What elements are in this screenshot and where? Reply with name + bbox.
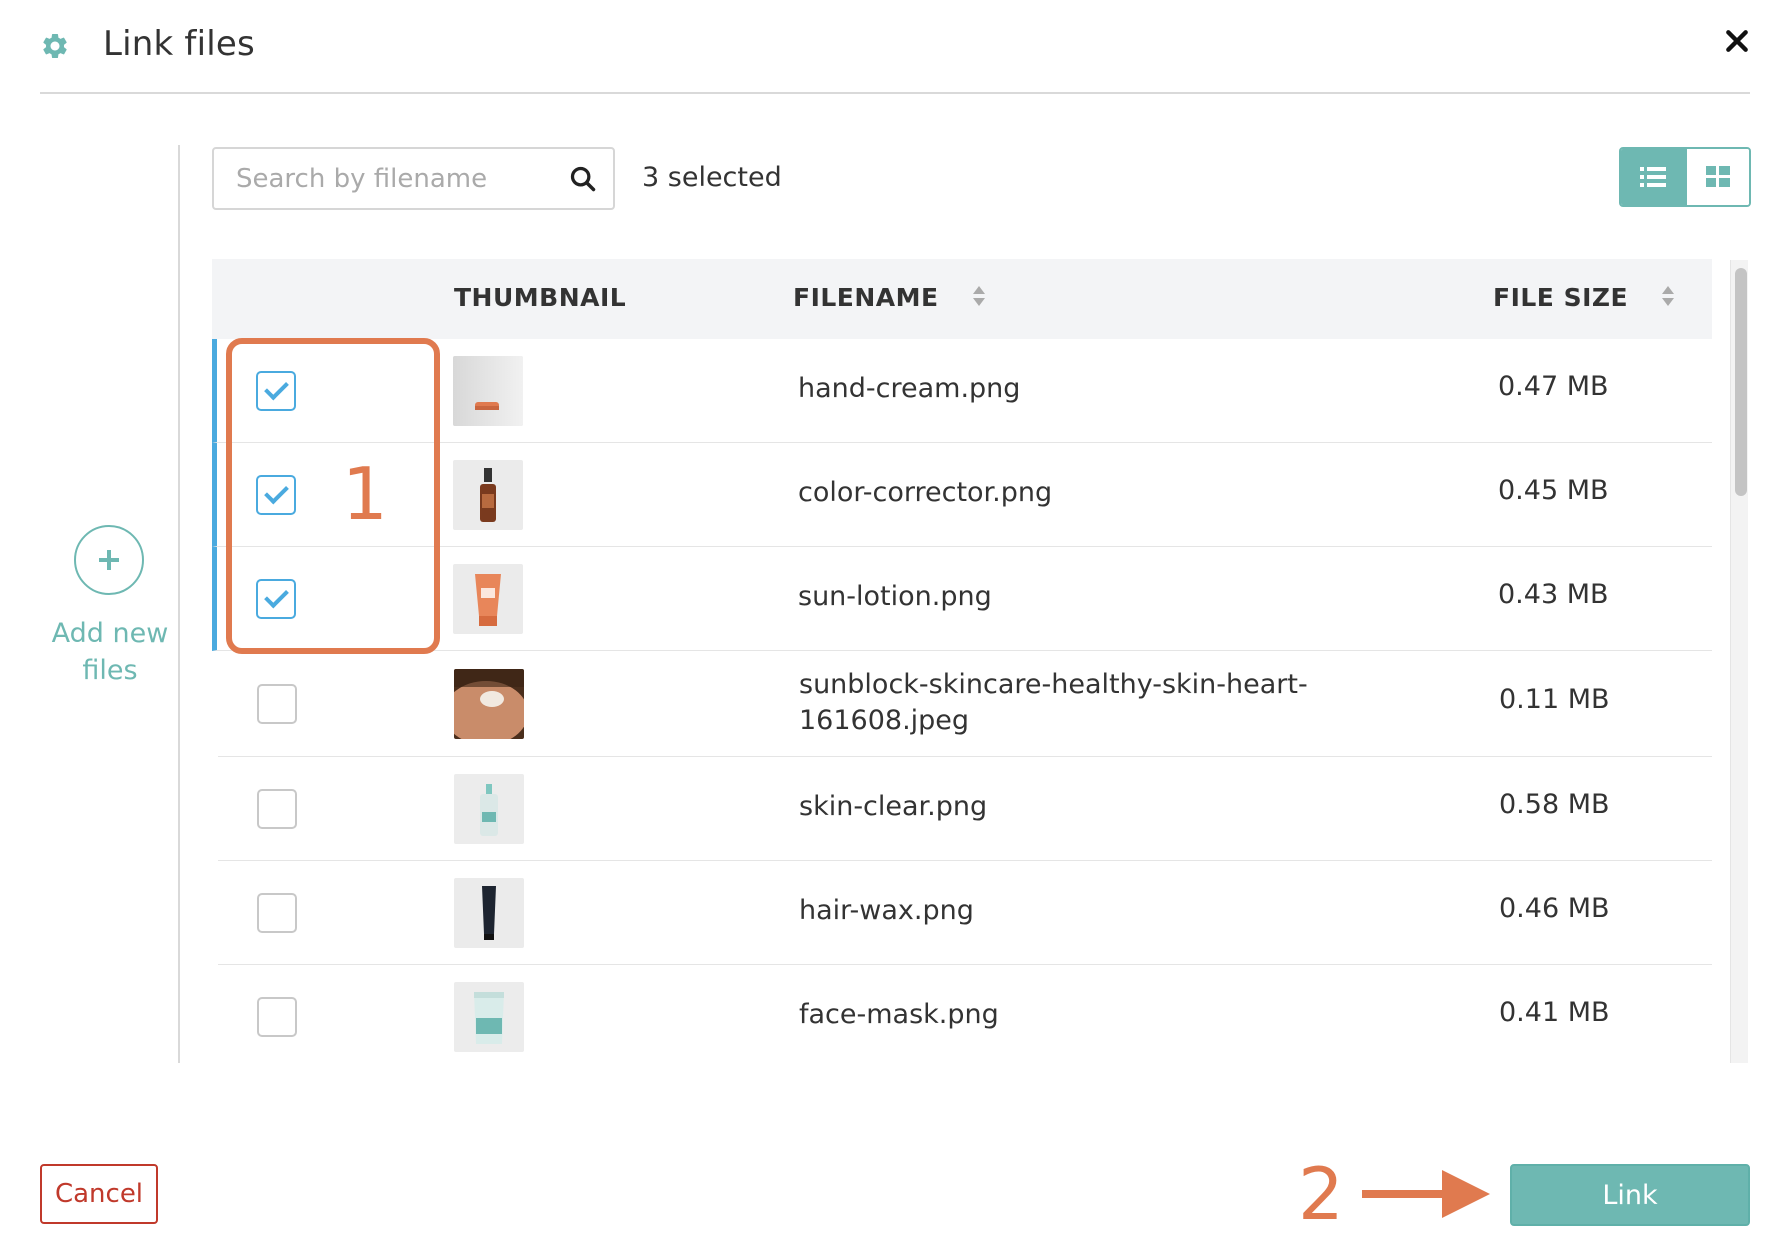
add-files-button[interactable] [74, 525, 144, 595]
grid-view-button[interactable] [1685, 149, 1749, 205]
list-view-button[interactable] [1621, 149, 1685, 205]
row-checkbox[interactable] [257, 789, 297, 829]
thumbnail-image [453, 356, 523, 426]
dialog-header: Link files [40, 0, 1750, 94]
row-filesize: 0.47 MB [1498, 371, 1609, 402]
sidebar: Add new files [0, 145, 180, 1063]
link-button[interactable]: Link [1510, 1164, 1750, 1226]
table-row[interactable]: skin-clear.png 0.58 MB [218, 757, 1712, 861]
row-filesize: 0.43 MB [1498, 579, 1609, 610]
filename-header-label: FILENAME [793, 283, 939, 312]
selected-count: 3 selected [642, 162, 782, 193]
view-toggle [1619, 147, 1751, 207]
row-filesize: 0.58 MB [1499, 789, 1610, 820]
table-header: THUMBNAIL FILENAME FILE SIZE [212, 259, 1712, 339]
row-filename: sunblock-skincare-healthy-skin-heart- 16… [799, 667, 1308, 739]
gear-icon [43, 33, 67, 58]
search-box [212, 147, 615, 210]
row-filename: skin-clear.png [799, 791, 988, 822]
scrollbar[interactable] [1730, 260, 1748, 1063]
filesize-header[interactable]: FILE SIZE [1493, 283, 1675, 312]
grid-icon [1706, 166, 1730, 187]
thumbnail-image [453, 460, 523, 530]
row-checkbox[interactable] [257, 893, 297, 933]
annotation-step-1: 1 [342, 452, 388, 536]
close-icon[interactable] [1724, 28, 1750, 54]
row-filename: color-corrector.png [798, 477, 1053, 508]
dialog-title: Link files [103, 24, 255, 64]
search-input[interactable] [236, 149, 556, 208]
row-checkbox[interactable] [257, 684, 297, 724]
filename-header[interactable]: FILENAME [793, 283, 986, 312]
row-filesize: 0.11 MB [1499, 684, 1610, 715]
table-row[interactable]: sunblock-skincare-healthy-skin-heart- 16… [218, 651, 1712, 757]
list-icon [1640, 167, 1666, 187]
row-filename: hand-cream.png [798, 373, 1021, 404]
table-row[interactable]: hair-wax.png 0.46 MB [218, 861, 1712, 965]
row-filesize: 0.41 MB [1499, 997, 1610, 1028]
thumbnail-image [453, 564, 523, 634]
sort-icon[interactable] [972, 284, 986, 308]
annotation-step-2: 2 [1298, 1152, 1344, 1236]
search-icon[interactable] [569, 165, 597, 193]
thumbnail-header: THUMBNAIL [454, 283, 627, 312]
row-checkbox[interactable] [257, 997, 297, 1037]
row-filename: sun-lotion.png [798, 581, 992, 612]
filesize-header-label: FILE SIZE [1493, 283, 1629, 312]
sort-icon[interactable] [1661, 284, 1675, 308]
cancel-button[interactable]: Cancel [40, 1164, 158, 1224]
row-filesize: 0.46 MB [1499, 893, 1610, 924]
row-filename: hair-wax.png [799, 895, 974, 926]
arrow-icon [1362, 1170, 1490, 1218]
scrollbar-thumb[interactable] [1735, 268, 1747, 496]
row-filesize: 0.45 MB [1498, 475, 1609, 506]
thumbnail-image [454, 669, 524, 739]
table-row[interactable]: face-mask.png 0.41 MB [218, 965, 1712, 1063]
row-filename-line: sunblock-skincare-healthy-skin-heart- [799, 669, 1308, 700]
thumbnail-image [454, 982, 524, 1052]
thumbnail-image [454, 774, 524, 844]
add-files-label[interactable]: Add new files [40, 615, 180, 689]
row-filename: face-mask.png [799, 999, 999, 1030]
row-filename-line: 161608.jpeg [799, 705, 970, 736]
thumbnail-image [454, 878, 524, 948]
annotation-highlight [226, 338, 440, 654]
